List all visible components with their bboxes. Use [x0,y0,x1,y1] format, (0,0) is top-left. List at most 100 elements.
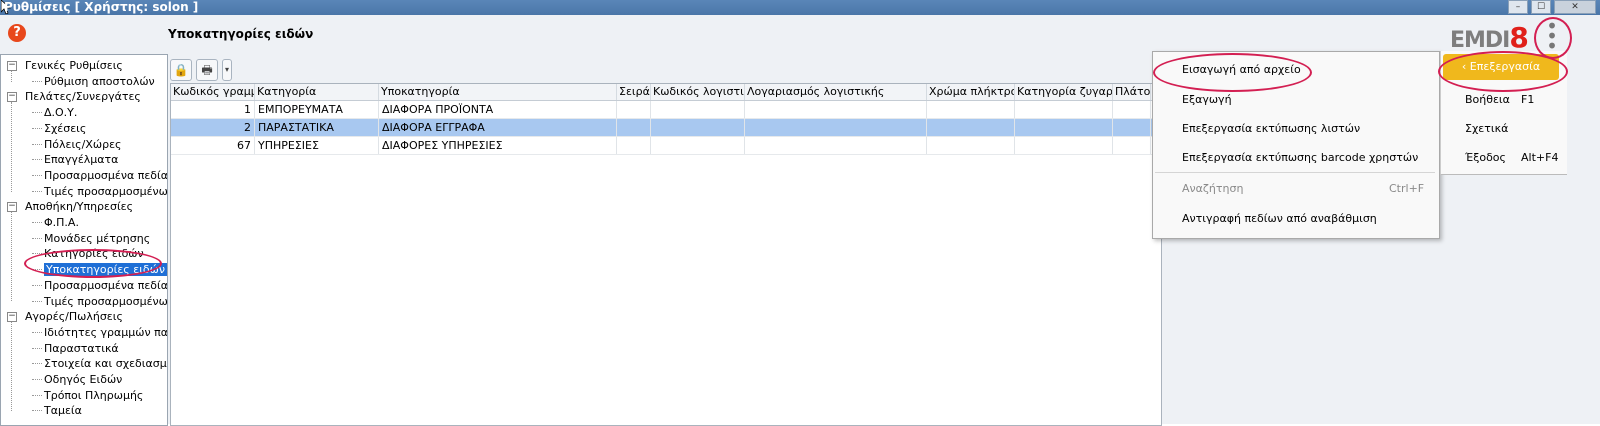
tree-item-label: Πελάτες/Συνεργάτες [25,90,141,104]
tree-item[interactable]: Τρόποι Πληρωμής [32,388,143,403]
minimize-button[interactable]: – [1508,0,1528,14]
tree-item-label: Ιδιότητες γραμμών παρασ [44,325,168,339]
dropdown-item-label: Επεξεργασία εκτύπωσης λιστών [1182,122,1361,135]
main-menu-item-label: Σχετικά [1465,122,1509,135]
column-header[interactable]: Λογαριασμός λογιστικής [745,84,927,100]
expander-icon[interactable]: − [7,92,17,103]
edit-menu-button[interactable]: ‹ Επεξεργασία [1443,54,1559,80]
tree-connector [32,159,42,161]
table-row[interactable]: 1 ΕΜΠΟΡΕΥΜΑΤΑ ΔΙΑΦΟΡΑ ΠΡΟΪΟΝΤΑ [171,101,1161,119]
tree-item[interactable]: Μονάδες μέτρησης [32,231,150,246]
table-cell [927,137,1015,154]
tree-item[interactable]: Ρύθμιση αποστολών [32,74,155,89]
column-header[interactable]: Πλάτος [1113,84,1151,100]
subcategories-grid[interactable]: Κωδικός γραμμήςΚατηγορίαΥποκατηγορίαΣειρ… [170,83,1162,426]
tree-item[interactable]: Οδηγός Ειδών [32,372,122,387]
main-menu-item-label: Έξοδος [1465,151,1506,164]
column-header[interactable]: Κατηγορία [255,84,379,100]
table-cell: ΔΙΑΦΟΡΕΣ ΥΠΗΡΕΣΙΕΣ [379,137,617,154]
tree-guide-line [11,71,12,82]
tree-item-label: Γενικές Ρυθμίσεις [25,59,123,72]
table-cell: ΥΠΗΡΕΣΙΕΣ [255,137,379,154]
maximize-button[interactable]: ☐ [1531,0,1551,14]
help-icon[interactable]: ? [8,24,26,42]
dropdown-item[interactable]: Επεξεργασία εκτύπωσης barcode χρηστών [1182,148,1418,168]
table-cell [617,137,651,154]
tree-connector [32,127,42,129]
tree-item[interactable]: − Αγορές/Πωλήσεις [7,309,123,324]
column-header[interactable]: Κωδικός λογιστικής [651,84,745,100]
expander-icon[interactable]: − [7,61,17,71]
tree-item-label: Δ.Ο.Υ. [44,106,78,120]
column-header[interactable]: Χρώμα πλήκτρου [927,84,1015,100]
tree-item[interactable]: Κατηγορίες ειδών [32,246,144,261]
tree-item[interactable]: Τιμές προσαρμοσμένων π [32,294,167,309]
table-cell: ΔΙΑΦΟΡΑ ΠΡΟΪΟΝΤΑ [379,101,617,118]
tree-item-label: Προσαρμοσμένα πεδία [44,168,168,182]
tree-item[interactable]: Ταμεία [32,403,82,418]
tree-item-label: Στοιχεία και σχεδιασμός π [44,357,167,371]
tree-item-label: Παραστατικά [44,341,119,355]
close-button[interactable]: ✕ [1554,0,1596,14]
column-header[interactable]: Κωδικός γραμμής [171,84,255,100]
tree-guide-line [11,322,12,412]
kebab-menu-icon[interactable]: • • • [1540,16,1564,56]
dropdown-item[interactable]: Εξαγωγή [1182,90,1232,110]
main-menu-item[interactable]: Σχετικά [1465,120,1508,138]
tree-item[interactable]: Φ.Π.Α. [32,215,79,230]
tree-item[interactable]: Επαγγέλματα [32,152,118,167]
tree-item[interactable]: Προσαρμοσμένα πεδία [32,168,168,183]
column-header[interactable]: Υποκατηγορία [379,84,617,100]
expander-icon[interactable]: − [7,312,17,323]
tree-item-label: Αγορές/Πωλήσεις [25,310,123,324]
column-header[interactable]: Κατηγορία ζυγαριάς [1015,84,1113,100]
logo-number: 8 [1509,21,1529,54]
tree-item[interactable]: Τιμές προσαρμοσμένων π [32,184,167,199]
table-cell [617,101,651,118]
tree-item[interactable]: − Γενικές Ρυθμίσεις [7,58,123,73]
table-row[interactable]: 67 ΥΠΗΡΕΣΙΕΣ ΔΙΑΦΟΡΕΣ ΥΠΗΡΕΣΙΕΣ [171,137,1161,155]
tree-connector [32,174,42,176]
dropdown-item[interactable]: Επεξεργασία εκτύπωσης λιστών [1182,119,1360,139]
table-cell [745,137,927,154]
tree-connector [32,347,42,349]
dropdown-item[interactable]: Εισαγωγή από αρχείο [1182,60,1301,80]
tree-item[interactable]: Πόλεις/Χώρες [32,137,121,152]
tree-item[interactable]: Προσαρμοσμένα πεδία [32,278,167,293]
tree-item-label: Αποθήκη/Υπηρεσίες [25,200,134,214]
table-cell [651,137,745,154]
main-menu-item[interactable]: Βοήθεια F1 [1465,91,1534,109]
tree-item[interactable]: Παραστατικά [32,341,119,356]
column-header[interactable]: Σειρά [617,84,651,100]
settings-tree[interactable]: − Γενικές Ρυθμίσεις Ρύθμιση αποστολών − Πελά… [0,54,168,426]
printer-icon[interactable]: 🖶 [196,59,218,81]
table-cell: ΔΙΑΦΟΡΑ ΕΓΓΡΑΦΑ [379,119,617,136]
table-row[interactable]: 2 ΠΑΡΑΣΤΑΤΙΚΑ ΔΙΑΦΟΡΑ ΕΓΓΡΑΦΑ [171,119,1161,137]
grid-header: Κωδικός γραμμήςΚατηγορίαΥποκατηγορίαΣειρ… [171,84,1161,101]
tree-connector [32,410,42,412]
chevron-down-icon[interactable]: ▾ [222,59,232,81]
lock-icon[interactable]: 🔒 [170,59,192,81]
main-menu: ‹ Επεξεργασία Βοήθεια F1 Σχετικά Έξοδος Alt+… [1440,51,1567,175]
tree-item[interactable]: Σχέσεις [32,121,86,136]
tree-item[interactable]: Ιδιότητες γραμμών παρασ [32,325,168,340]
tree-item[interactable]: Στοιχεία και σχεδιασμός π [32,356,167,371]
table-cell [1113,101,1151,118]
tree-item[interactable]: Δ.Ο.Υ. [32,105,78,120]
table-cell [927,101,1015,118]
dropdown-item-label: Επεξεργασία εκτύπωσης barcode χρηστών [1182,151,1419,164]
tree-connector [32,237,42,239]
main-menu-item[interactable]: Έξοδος Alt+F4 [1465,149,1558,167]
tree-connector [32,253,42,255]
tree-item[interactable]: − Αποθήκη/Υπηρεσίες [7,199,134,214]
tree-item[interactable]: − Πελάτες/Συνεργάτες [7,89,141,104]
tree-item[interactable]: Υποκατηγορίες ειδών [32,262,167,277]
table-cell [651,119,745,136]
tree-item-label: Ταμεία [44,404,82,418]
window-title: Ρυθμίσεις [ Χρήστης: solon ] [4,0,199,14]
tree-item-label: Φ.Π.Α. [44,216,79,229]
tree-connector [32,190,42,192]
expander-icon[interactable]: − [7,202,17,213]
dropdown-item[interactable]: Αντιγραφή πεδίων από αναβάθμιση [1182,209,1377,229]
table-cell [617,119,651,136]
